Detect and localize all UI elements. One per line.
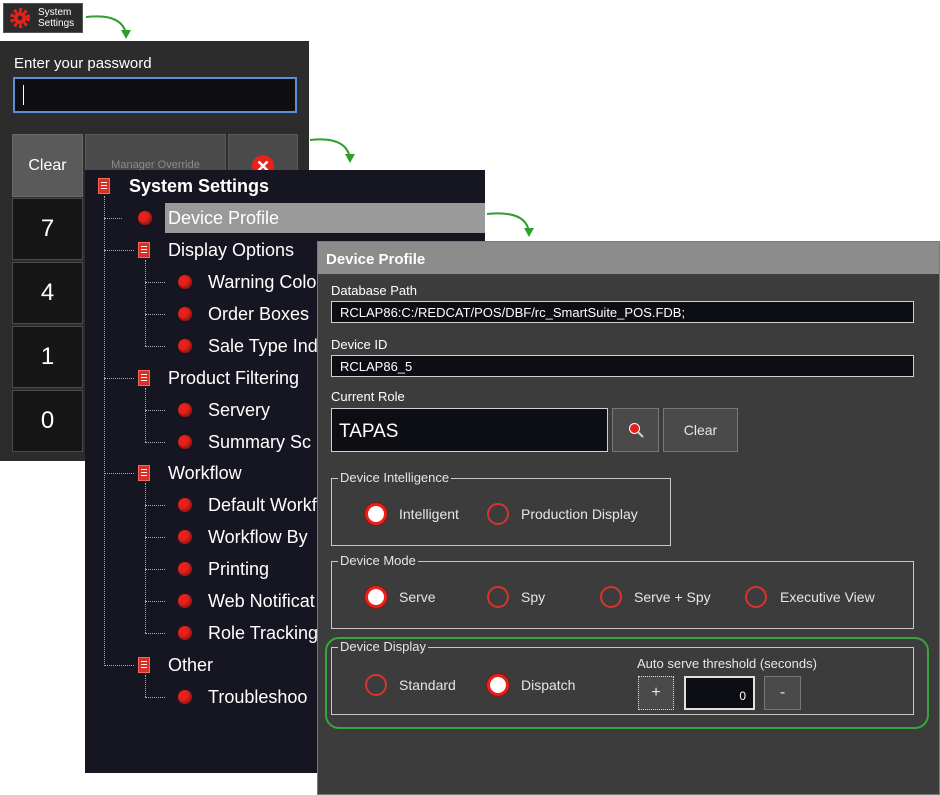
tree-item-display-options[interactable]: Display Options: [168, 240, 294, 261]
dot-icon: [178, 498, 192, 512]
key-0[interactable]: 0: [12, 390, 83, 452]
dot-icon: [178, 530, 192, 544]
dot-icon: [178, 435, 192, 449]
radio-label-executive-view: Executive View: [780, 589, 875, 605]
tree-item-product-filtering[interactable]: Product Filtering: [168, 368, 299, 389]
gear-icon: [10, 8, 30, 28]
tree-item-default-workflow[interactable]: Default Workf: [208, 495, 317, 516]
password-label: Enter your password: [14, 55, 152, 72]
radio-serve[interactable]: [365, 586, 387, 608]
key-4[interactable]: 4: [12, 262, 83, 324]
radio-label-spy: Spy: [521, 589, 546, 605]
device-intelligence-group: Device Intelligence Intelligent Producti…: [331, 470, 671, 546]
system-settings-button[interactable]: System Settings: [3, 3, 83, 33]
device-id-label: Device ID: [331, 337, 388, 352]
tree-item-web-notifications[interactable]: Web Notificat: [208, 591, 315, 612]
book-icon: [138, 242, 150, 258]
dot-icon: [178, 626, 192, 640]
dot-icon: [178, 594, 192, 608]
radio-spy[interactable]: [487, 586, 509, 608]
dot-icon: [178, 403, 192, 417]
highlight-box: [325, 637, 929, 729]
radio-label-serve: Serve: [399, 589, 436, 605]
radio-executive-view[interactable]: [745, 586, 767, 608]
dot-icon: [178, 690, 192, 704]
clear-key[interactable]: Clear: [12, 134, 83, 197]
tree-item-device-profile[interactable]: Device Profile: [168, 208, 279, 229]
tree-item-printing[interactable]: Printing: [208, 559, 269, 580]
tree-item-troubleshooting[interactable]: Troubleshoo: [208, 687, 307, 708]
radio-label-production-display: Production Display: [521, 506, 638, 522]
search-icon: [628, 423, 644, 438]
book-icon: [138, 370, 150, 386]
dot-icon: [178, 307, 192, 321]
key-7[interactable]: 7: [12, 198, 83, 260]
radio-label-intelligent: Intelligent: [399, 506, 459, 522]
tree-item-order-boxes[interactable]: Order Boxes: [208, 304, 309, 325]
dot-icon: [178, 562, 192, 576]
tree-item-other[interactable]: Other: [168, 655, 213, 676]
tree-item-summary-screen[interactable]: Summary Sc: [208, 432, 311, 453]
group-title: Device Mode: [338, 553, 418, 568]
key-1[interactable]: 1: [12, 326, 83, 388]
dot-icon: [178, 339, 192, 353]
role-clear-button[interactable]: Clear: [663, 408, 738, 452]
tree-item-workflow[interactable]: Workflow: [168, 463, 242, 484]
radio-intelligent[interactable]: [365, 503, 387, 525]
database-path-field[interactable]: RCLAP86:C:/REDCAT/POS/DBF/rc_SmartSuite_…: [331, 301, 914, 323]
device-mode-group: Device Mode Serve Spy Serve + Spy Execut…: [331, 553, 914, 629]
current-role-field[interactable]: TAPAS: [331, 408, 608, 452]
tree-item-servery[interactable]: Servery: [208, 400, 270, 421]
device-id-field[interactable]: RCLAP86_5: [331, 355, 914, 377]
dot-icon: [178, 275, 192, 289]
group-title: Device Intelligence: [338, 470, 452, 485]
tree-title: System Settings: [129, 176, 270, 196]
current-role-label: Current Role: [331, 389, 405, 404]
password-input[interactable]: [13, 77, 297, 113]
book-icon: [138, 465, 150, 481]
role-search-button[interactable]: [612, 408, 659, 452]
dot-icon: [138, 211, 152, 225]
book-icon: [138, 657, 150, 673]
radio-production-display[interactable]: [487, 503, 509, 525]
tree-item-role-tracking[interactable]: Role Tracking: [208, 623, 318, 644]
system-settings-label: System Settings: [38, 7, 75, 29]
database-path-label: Database Path: [331, 283, 418, 298]
tree-item-workflow-by[interactable]: Workflow By: [208, 527, 308, 548]
book-icon: [98, 178, 110, 194]
radio-label-serve-spy: Serve + Spy: [634, 589, 711, 605]
tree-item-sale-type[interactable]: Sale Type Ind: [208, 336, 318, 357]
radio-serve-spy[interactable]: [600, 586, 622, 608]
tree-item-warning-colours[interactable]: Warning Colo: [208, 272, 316, 293]
window-title: Device Profile: [318, 242, 939, 274]
